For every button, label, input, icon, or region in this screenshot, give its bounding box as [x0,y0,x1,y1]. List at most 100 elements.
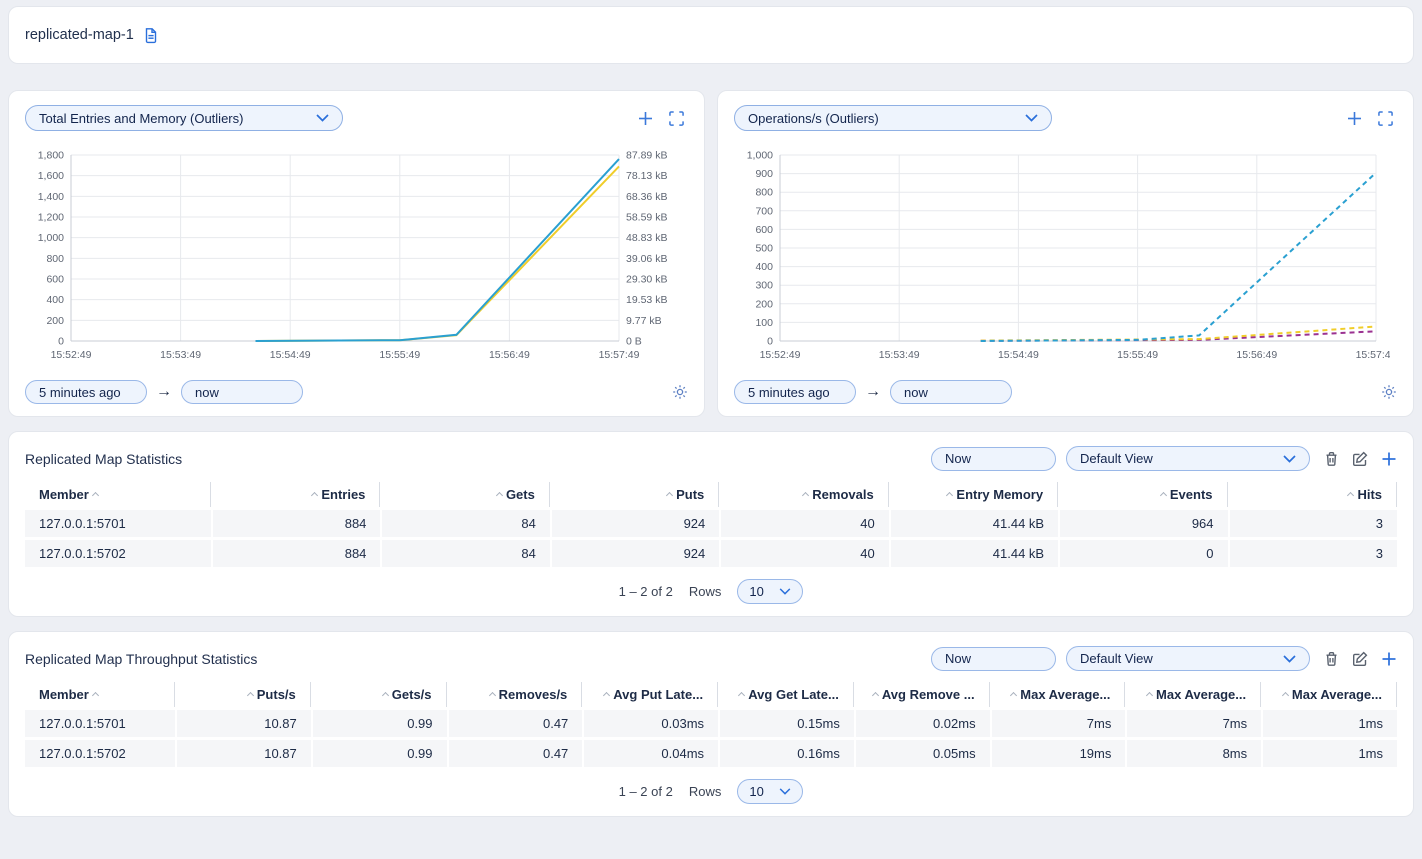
stats-view-select[interactable]: Default View [1066,446,1310,471]
column-header-max-average[interactable]: Max Average... [990,682,1126,707]
svg-text:100: 100 [755,317,773,329]
svg-text:200: 200 [46,315,64,327]
time-to-input[interactable]: now [890,380,1012,404]
chart-settings-gear-icon[interactable] [1381,384,1397,400]
sort-caret-icon [382,692,389,699]
delete-view-trash-icon[interactable] [1324,651,1339,667]
add-view-plus-icon[interactable] [1381,451,1397,467]
column-header-events[interactable]: Events [1058,482,1227,507]
table-row[interactable]: 127.0.0.1:5701884849244041.44 kB9643 [25,510,1397,537]
stats-time-filter-input[interactable]: Now [931,447,1056,471]
column-header-member[interactable]: Member [25,682,175,707]
value-cell: 40 [719,510,888,537]
column-header-gets[interactable]: Gets [380,482,549,507]
column-header-removes-s[interactable]: Removes/s [447,682,583,707]
column-header-gets-s[interactable]: Gets/s [311,682,447,707]
svg-text:15:56:49: 15:56:49 [1236,349,1277,361]
value-cell: 0.99 [311,740,447,767]
rows-per-page-select[interactable]: 10 [737,579,803,604]
column-label: Max Average... [1156,687,1246,702]
svg-text:15:57:49: 15:57:49 [599,349,640,361]
charts-row: Total Entries and Memory (Outliers) 1,8 [8,90,1414,417]
svg-text:15:52:49: 15:52:49 [51,349,92,361]
column-header-puts-s[interactable]: Puts/s [175,682,311,707]
svg-text:1,600: 1,600 [38,170,64,182]
svg-text:0: 0 [58,336,64,348]
entries-memory-chart: 1,80087.89 kB1,60078.13 kB1,40068.36 kB1… [25,145,681,365]
column-header-max-average[interactable]: Max Average... [1125,682,1261,707]
svg-text:200: 200 [755,298,773,310]
metric-selector-left[interactable]: Total Entries and Memory (Outliers) [25,105,343,131]
svg-text:400: 400 [755,261,773,273]
replicated-map-statistics-panel: Replicated Map Statistics Now Default Vi… [8,431,1414,617]
delete-view-trash-icon[interactable] [1324,451,1339,467]
document-icon[interactable] [143,27,159,44]
value-cell: 0.04ms [582,740,718,767]
arrow-right-icon: → [865,383,881,401]
column-header-entry-memory[interactable]: Entry Memory [889,482,1058,507]
svg-text:15:57:49: 15:57:49 [1356,349,1390,361]
chevron-down-icon [1283,655,1296,663]
arrow-right-icon: → [156,383,172,401]
sort-caret-icon [496,492,503,499]
value-cell: 7ms [990,710,1126,737]
time-to-input[interactable]: now [181,380,303,404]
add-chart-icon[interactable] [1347,111,1362,126]
svg-text:400: 400 [46,294,64,306]
column-label: Avg Remove ... [882,687,975,702]
table-row[interactable]: 127.0.0.1:570110.870.990.470.03ms0.15ms0… [25,710,1397,737]
column-header-removals[interactable]: Removals [719,482,888,507]
add-view-plus-icon[interactable] [1381,651,1397,667]
member-cell: 127.0.0.1:5701 [25,510,211,537]
value-cell: 41.44 kB [889,510,1058,537]
svg-text:68.36 kB: 68.36 kB [626,191,667,203]
series-total-memory [256,166,620,341]
sort-caret-icon [1347,492,1354,499]
replicated-map-throughput-table: MemberPuts/sGets/sRemoves/sAvg Put Late.… [25,679,1397,770]
column-header-hits[interactable]: Hits [1228,482,1397,507]
metric-selector-right[interactable]: Operations/s (Outliers) [734,105,1052,131]
value-cell: 3 [1228,510,1397,537]
time-from-input[interactable]: 5 minutes ago [734,380,856,404]
sort-caret-icon [802,492,809,499]
column-header-avg-get-late[interactable]: Avg Get Late... [718,682,854,707]
stats-pagination: 1 – 2 of 2 Rows 10 [25,579,1397,604]
column-header-entries[interactable]: Entries [211,482,380,507]
edit-view-pencil-icon[interactable] [1352,651,1368,667]
series-puts-per-sec [981,173,1376,341]
title-bar: replicated-map-1 [8,6,1414,64]
time-from-input[interactable]: 5 minutes ago [25,380,147,404]
value-cell: 0.47 [447,710,583,737]
fullscreen-icon[interactable] [1378,111,1393,126]
value-cell: 40 [719,540,888,567]
column-header-avg-put-late[interactable]: Avg Put Late... [582,682,718,707]
chart-settings-gear-icon[interactable] [672,384,688,400]
table-row[interactable]: 127.0.0.1:5702884849244041.44 kB03 [25,540,1397,567]
throughput-view-select[interactable]: Default View [1066,646,1310,671]
column-header-avg-remove[interactable]: Avg Remove ... [854,682,990,707]
svg-text:1,000: 1,000 [747,150,773,162]
svg-text:19.53 kB: 19.53 kB [626,294,667,306]
entries-memory-chart-panel: Total Entries and Memory (Outliers) 1,8 [8,90,705,417]
column-header-puts[interactable]: Puts [550,482,719,507]
column-header-max-average[interactable]: Max Average... [1261,682,1397,707]
svg-text:800: 800 [46,253,64,265]
sort-caret-icon [247,692,254,699]
value-cell: 0.47 [447,740,583,767]
column-header-member[interactable]: Member [25,482,211,507]
value-cell: 0.99 [311,710,447,737]
rows-per-page-select[interactable]: 10 [737,779,803,804]
metric-selector-left-label: Total Entries and Memory (Outliers) [39,111,243,126]
svg-text:1,400: 1,400 [38,191,64,203]
add-chart-icon[interactable] [638,111,653,126]
value-cell: 964 [1058,510,1227,537]
throughput-time-filter-input[interactable]: Now [931,647,1056,671]
table-row[interactable]: 127.0.0.1:570210.870.990.470.04ms0.16ms0… [25,740,1397,767]
column-label: Events [1170,487,1213,502]
edit-view-pencil-icon[interactable] [1352,451,1368,467]
sort-caret-icon [666,492,673,499]
value-cell: 1ms [1261,740,1397,767]
chevron-down-icon [1025,114,1038,122]
svg-text:15:53:49: 15:53:49 [160,349,201,361]
fullscreen-icon[interactable] [669,111,684,126]
